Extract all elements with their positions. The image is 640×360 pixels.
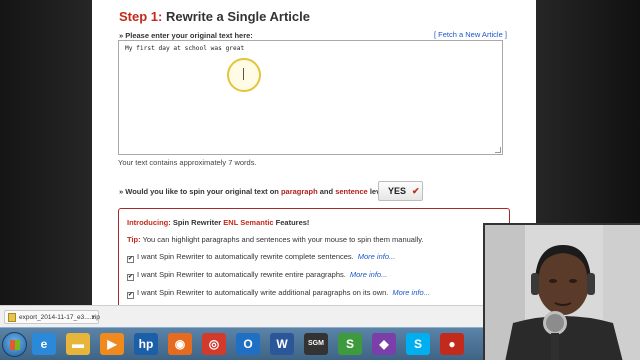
download-item[interactable]: export_2014-11-17_e3....zip ▾ [4,310,100,324]
hp-icon[interactable]: hp [134,333,158,355]
text-cursor-icon [243,68,245,80]
chevron-down-icon[interactable]: ▾ [91,313,95,321]
tip-text: You can highlight paragraphs and sentenc… [142,235,424,244]
download-file-name: export_2014-11-17_e3....zip [19,314,100,321]
intro-enl: ENL Semantic [223,218,274,227]
option-label: I want Spin Rewriter to automatically re… [137,252,354,261]
option-label: I want Spin Rewriter to automatically re… [137,270,346,279]
spin-sentence-word: sentence [335,187,368,196]
checkbox-rewrite-sentences[interactable]: ✔ [127,256,134,263]
features-tip: Tip: You can highlight paragraphs and se… [127,235,424,244]
step-prefix: Step 1: [119,9,163,24]
intro-product: Spin Rewriter [172,218,222,227]
word-icon[interactable]: W [270,333,294,355]
more-info-link[interactable]: More info... [350,270,388,279]
skype-icon[interactable]: S [406,333,430,355]
step-heading: Rewrite a Single Article [165,9,310,24]
spin-paragraph-word: paragraph [280,187,318,196]
taskbar: e ▬ ▶ hp ◉ ◎ O W SGM S ◆ S ● [0,327,483,360]
step-title: Step 1: Rewrite a Single Article [119,9,310,24]
option-additional-paragraphs[interactable]: ✔ I want Spin Rewriter to automatically w… [127,288,430,299]
original-text-textarea[interactable]: My first day at school was great [118,40,503,155]
features-intro: Introducing: Spin Rewriter ENL Semantic … [127,218,309,227]
yes-label: YES [388,186,407,196]
option-rewrite-paragraphs[interactable]: ✔ I want Spin Rewriter to automatically r… [127,270,387,281]
tip-label: Tip: [127,235,141,244]
fetch-new-article-link[interactable]: [ Fetch a New Article ] [434,30,507,39]
spin-and-word: and [319,187,334,196]
checkbox-additional-paragraphs[interactable]: ✔ [127,292,134,299]
snagit-icon[interactable]: S [338,333,362,355]
presenter-video-image [485,225,640,360]
checkbox-rewrite-paragraphs[interactable]: ✔ [127,274,134,281]
spin-yes-button[interactable]: YES ✔ [378,181,423,201]
ie-icon[interactable]: e [32,333,56,355]
download-bar: export_2014-11-17_e3....zip ▾ [0,305,483,327]
intro-suffix: Features! [275,218,310,227]
spin-rewriter-page: Step 1: Rewrite a Single Article » Pleas… [92,0,536,312]
chrome-icon[interactable]: ◎ [202,333,226,355]
start-button[interactable] [2,332,27,357]
firefox-icon[interactable]: ◉ [168,333,192,355]
screen-recorder-icon[interactable]: ● [440,333,464,355]
right-background [536,0,640,230]
checkmark-icon: ✔ [412,186,420,196]
sgm-icon[interactable]: SGM [304,333,328,355]
zip-file-icon [8,313,16,322]
option-label: I want Spin Rewriter to automatically wr… [137,288,389,297]
more-info-link[interactable]: More info... [392,288,430,297]
enl-features-panel: Introducing: Spin Rewriter ENL Semantic … [118,208,510,312]
app-icon[interactable]: ◆ [372,333,396,355]
media-player-icon[interactable]: ▶ [100,333,124,355]
more-info-link[interactable]: More info... [358,252,396,261]
intro-label: Introducing: [127,218,171,227]
word-count-text: Your text contains approximately 7 words… [118,158,257,167]
outlook-icon[interactable]: O [236,333,260,355]
file-explorer-icon[interactable]: ▬ [66,333,90,355]
spin-question-prefix: » Would you like to spin your original t… [119,187,279,196]
textarea-resize-handle[interactable] [495,147,501,153]
webcam-overlay [483,223,640,360]
original-text-label: » Please enter your original text here: [119,31,253,40]
left-background [0,0,92,310]
spin-level-question: » Would you like to spin your original t… [119,187,391,196]
original-text-content: My first day at school was great [125,45,245,52]
option-rewrite-sentences[interactable]: ✔ I want Spin Rewriter to automatically r… [127,252,395,263]
